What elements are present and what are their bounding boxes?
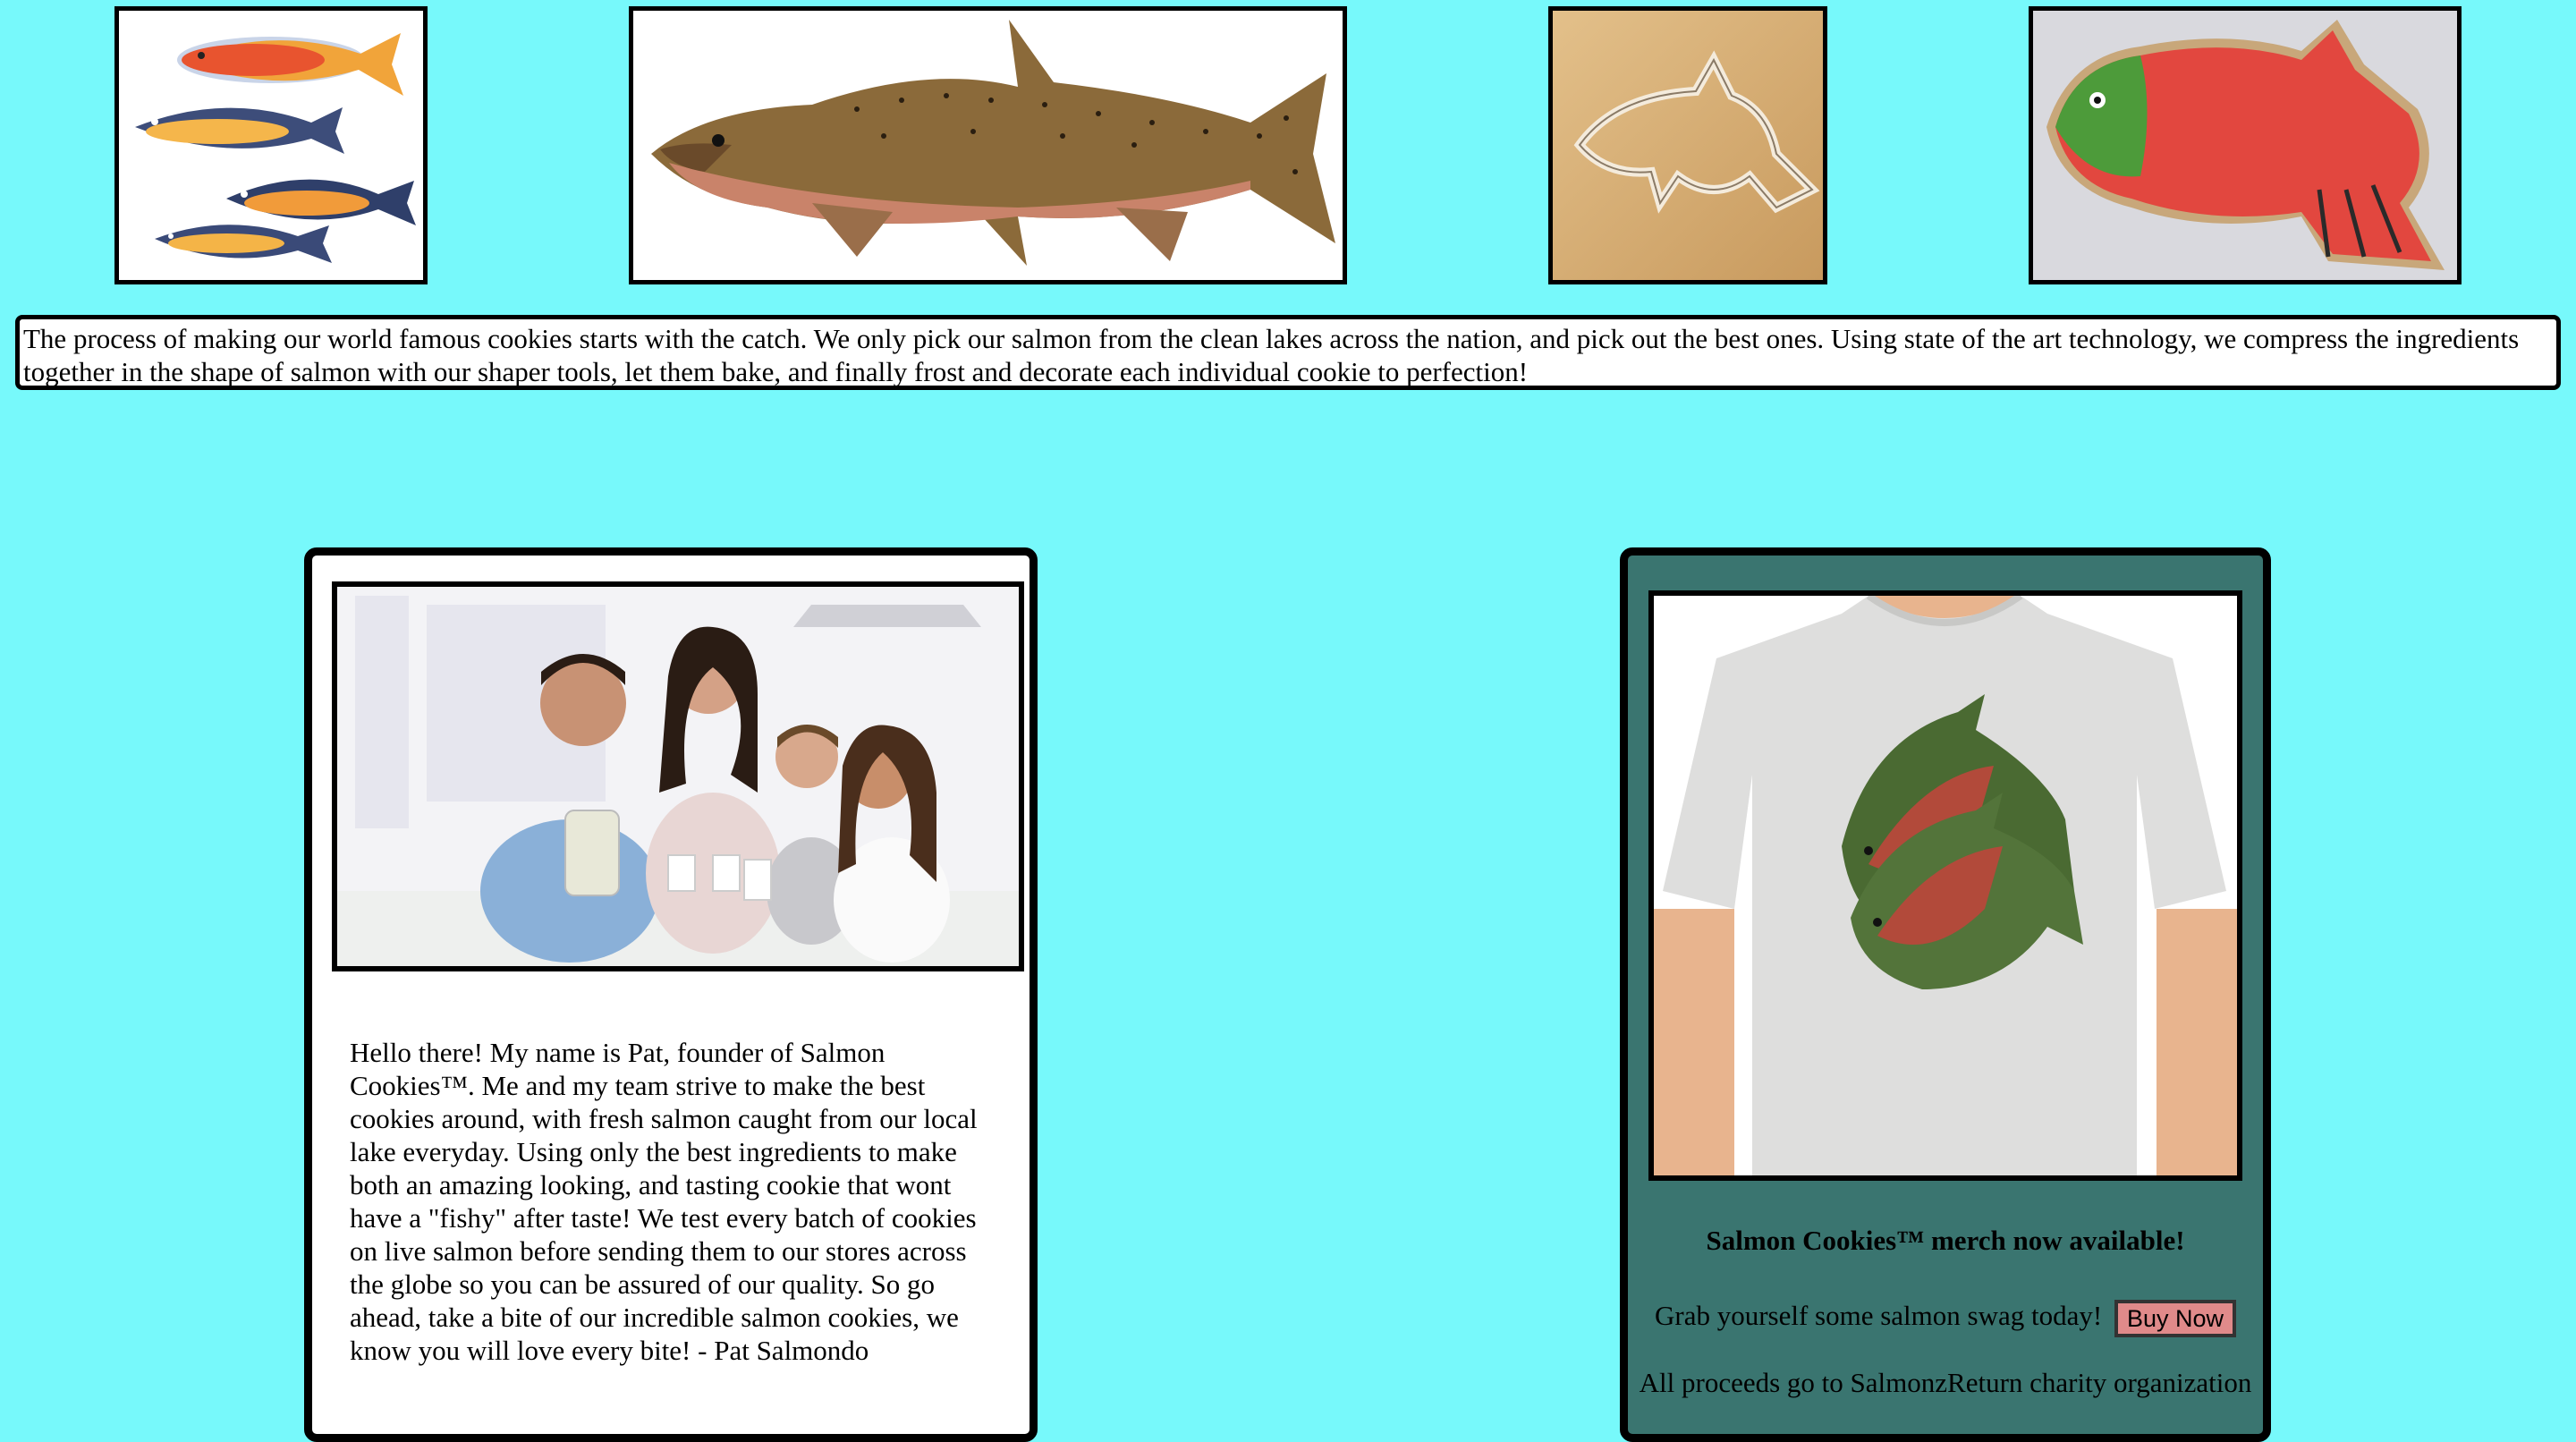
process-text: The process of making our world famous c…	[23, 323, 2520, 387]
swag-text: Grab yourself some salmon swag today!	[1655, 1300, 2103, 1331]
chinook-salmon-image	[629, 6, 1347, 284]
process-description: The process of making our world famous c…	[15, 315, 2561, 390]
about-founder-text: Hello there! My name is Pat, founder of …	[350, 1037, 978, 1366]
family-kitchen-photo	[337, 587, 1019, 966]
chinook-salmon-illustration	[633, 11, 1343, 280]
merch-title: Salmon Cookies™ merch now available!	[1706, 1225, 2185, 1256]
buy-now-button[interactable]: Buy Now	[2114, 1299, 2236, 1337]
founder-family-photo	[332, 581, 1024, 971]
merch-tshirt-photo	[1648, 590, 2242, 1181]
charity-proceeds-text: All proceeds go to SalmonzReturn charity…	[1639, 1367, 2252, 1398]
fish-cookie-cutter-photo	[1553, 11, 1823, 280]
salmon-tshirt-photo	[1654, 596, 2237, 1175]
salmon-group-illustration	[119, 11, 423, 280]
salmon-group-image	[114, 6, 428, 284]
merch-buy-row: Grab yourself some salmon swag today! Bu…	[1628, 1299, 2263, 1337]
cookie-cutter-image	[1548, 6, 1827, 284]
salmon-cookie-image	[2029, 6, 2462, 284]
frosted-salmon-cookie-photo	[2033, 11, 2457, 280]
